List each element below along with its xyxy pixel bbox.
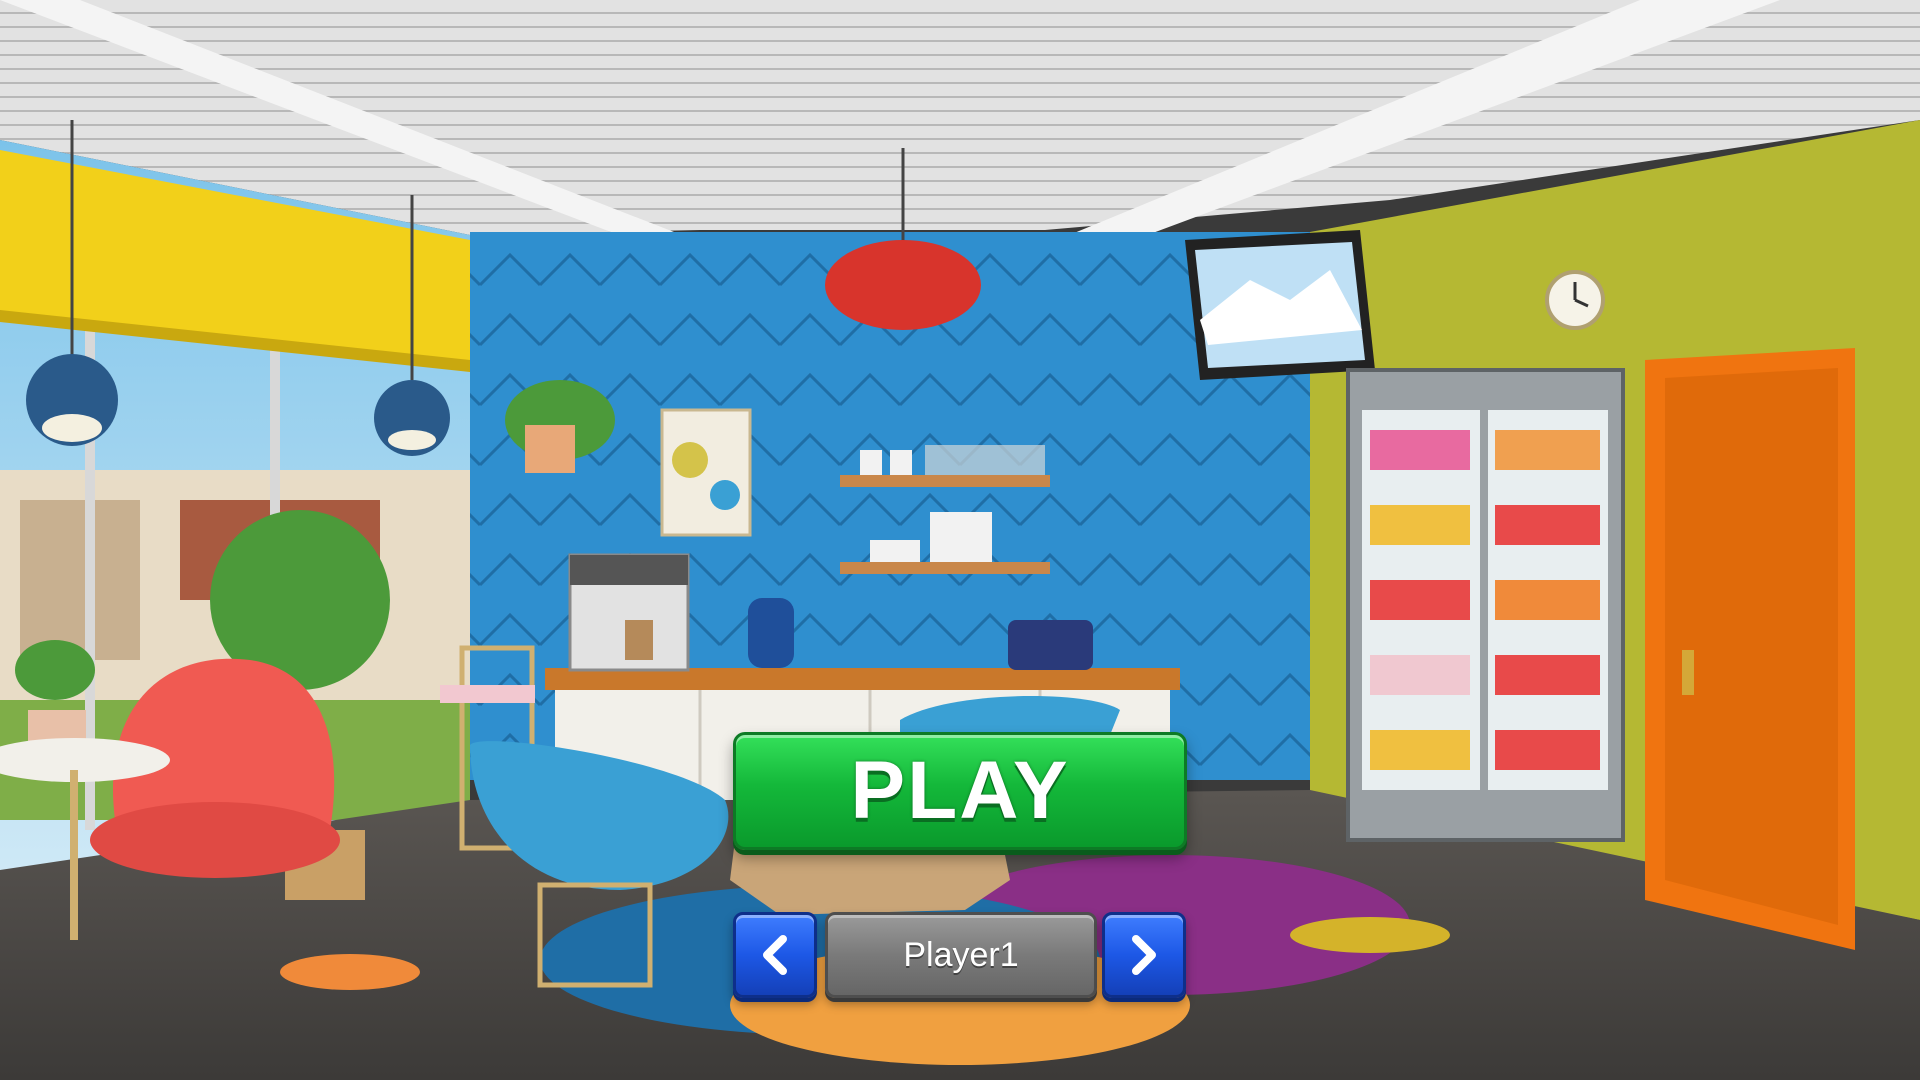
- play-button[interactable]: PLAY: [733, 732, 1187, 850]
- next-player-button[interactable]: [1102, 912, 1186, 998]
- player-name-display: Player1: [825, 912, 1097, 998]
- previous-player-button[interactable]: [733, 912, 817, 998]
- chevron-left-icon: [763, 935, 787, 975]
- player-name: Player1: [903, 935, 1019, 974]
- chevron-right-icon: [1132, 935, 1156, 975]
- play-button-label: PLAY: [850, 745, 1070, 836]
